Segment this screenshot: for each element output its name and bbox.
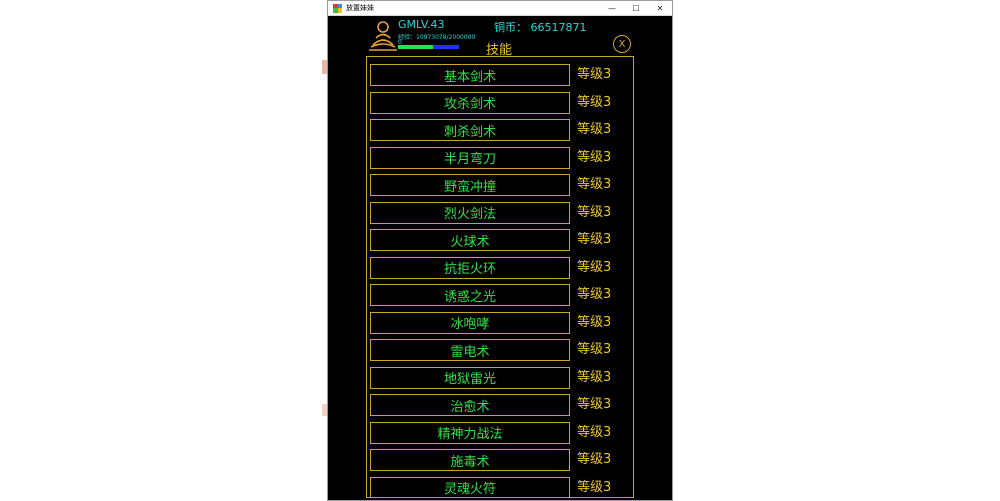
skill-button[interactable]: 抗拒火环 xyxy=(370,256,570,279)
meditating-monk-icon xyxy=(369,21,397,51)
skill-level: 等级3 xyxy=(577,479,612,495)
skill-level: 等级3 xyxy=(577,177,612,192)
skill-button[interactable]: 野蛮冲撞 xyxy=(370,174,570,196)
skill-button[interactable]: 精神力战法 xyxy=(370,421,570,444)
skill-row: 冰咆哮 等级3 xyxy=(367,311,633,336)
skill-row: 半月弯刀 等级3 xyxy=(367,146,633,171)
skill-level: 等级3 xyxy=(577,259,612,275)
mp-bar xyxy=(433,45,459,49)
game-window: 放置妹妹 — ☐ ✕ GMLV.43 经验：10973078/2000000 0… xyxy=(327,0,673,501)
skill-level: 等级3 xyxy=(577,232,612,247)
skill-button[interactable]: 灵魂火符 xyxy=(370,476,570,497)
skill-level: 等级3 xyxy=(577,314,612,330)
skill-row: 野蛮冲撞 等级3 xyxy=(367,174,633,198)
skill-row: 治愈术 等级3 xyxy=(367,394,633,418)
exp-text: 经验：10973078/2000000 xyxy=(398,34,476,41)
skill-button[interactable]: 基本剑术 xyxy=(370,64,570,86)
skill-level: 等级3 xyxy=(577,122,612,137)
skill-button[interactable]: 半月弯刀 xyxy=(370,146,570,169)
skill-button[interactable]: 雷电术 xyxy=(370,339,570,361)
skill-level: 等级3 xyxy=(577,397,612,412)
skill-row: 灵魂火符 等级3 xyxy=(367,476,633,497)
minimize-button[interactable]: — xyxy=(600,1,624,15)
window-title: 放置妹妹 xyxy=(346,4,374,12)
app-icon xyxy=(333,3,342,13)
skill-row: 刺杀剑术 等级3 xyxy=(367,119,633,143)
skill-level: 等级3 xyxy=(577,342,612,357)
skill-row: 施毒术 等级3 xyxy=(367,449,633,473)
maximize-button[interactable]: ☐ xyxy=(624,1,648,15)
skill-row: 抗拒火环 等级3 xyxy=(367,256,633,281)
skill-level: 等级3 xyxy=(577,94,612,110)
skill-button[interactable]: 地狱雷光 xyxy=(370,366,570,389)
skill-level: 等级3 xyxy=(577,424,612,440)
player-name: GMLV.43 xyxy=(398,18,445,31)
skill-level: 等级3 xyxy=(577,67,612,82)
skill-button[interactable]: 攻杀剑术 xyxy=(370,91,570,114)
skill-row: 火球术 等级3 xyxy=(367,229,633,253)
skill-button[interactable]: 刺杀剑术 xyxy=(370,119,570,141)
skill-list[interactable]: 基本剑术 等级3 攻杀剑术 等级3 刺杀剑术 等级3 半月弯刀 等级3 野蛮冲撞 等级3 烈火剑法等… xyxy=(366,56,634,498)
skill-button[interactable]: 火球术 xyxy=(370,229,570,251)
skill-level: 等级3 xyxy=(577,287,612,302)
skill-button[interactable]: 诱惑之光 xyxy=(370,284,570,306)
skill-level: 等级3 xyxy=(577,149,612,165)
skill-row: 精神力战法 等级3 xyxy=(367,421,633,446)
skill-level: 等级3 xyxy=(577,369,612,385)
skill-button[interactable]: 治愈术 xyxy=(370,394,570,416)
skill-button[interactable]: 施毒术 xyxy=(370,449,570,471)
skill-row: 基本剑术 等级3 xyxy=(367,64,633,88)
close-panel-button[interactable]: X xyxy=(613,35,631,53)
game-area: GMLV.43 经验：10973078/2000000 0 铜币： 665178… xyxy=(328,15,672,501)
skill-row: 诱惑之光 等级3 xyxy=(367,284,633,308)
skill-level: 等级3 xyxy=(577,452,612,467)
skill-row: 雷电术 等级3 xyxy=(367,339,633,363)
skill-row: 烈火剑法 等级3 xyxy=(367,201,633,226)
hp-bar xyxy=(398,45,433,49)
skill-row: 攻杀剑术 等级3 xyxy=(367,91,633,116)
skill-row: 地狱雷光 等级3 xyxy=(367,366,633,391)
coins-counter: 铜币： 66517871 xyxy=(494,21,587,34)
skill-button[interactable]: 冰咆哮 xyxy=(370,311,570,334)
title-bar[interactable]: 放置妹妹 — ☐ ✕ xyxy=(328,1,672,16)
skill-button[interactable]: 烈火剑法 xyxy=(370,201,570,224)
skill-level: 等级3 xyxy=(577,204,612,220)
close-window-button[interactable]: ✕ xyxy=(648,1,672,15)
